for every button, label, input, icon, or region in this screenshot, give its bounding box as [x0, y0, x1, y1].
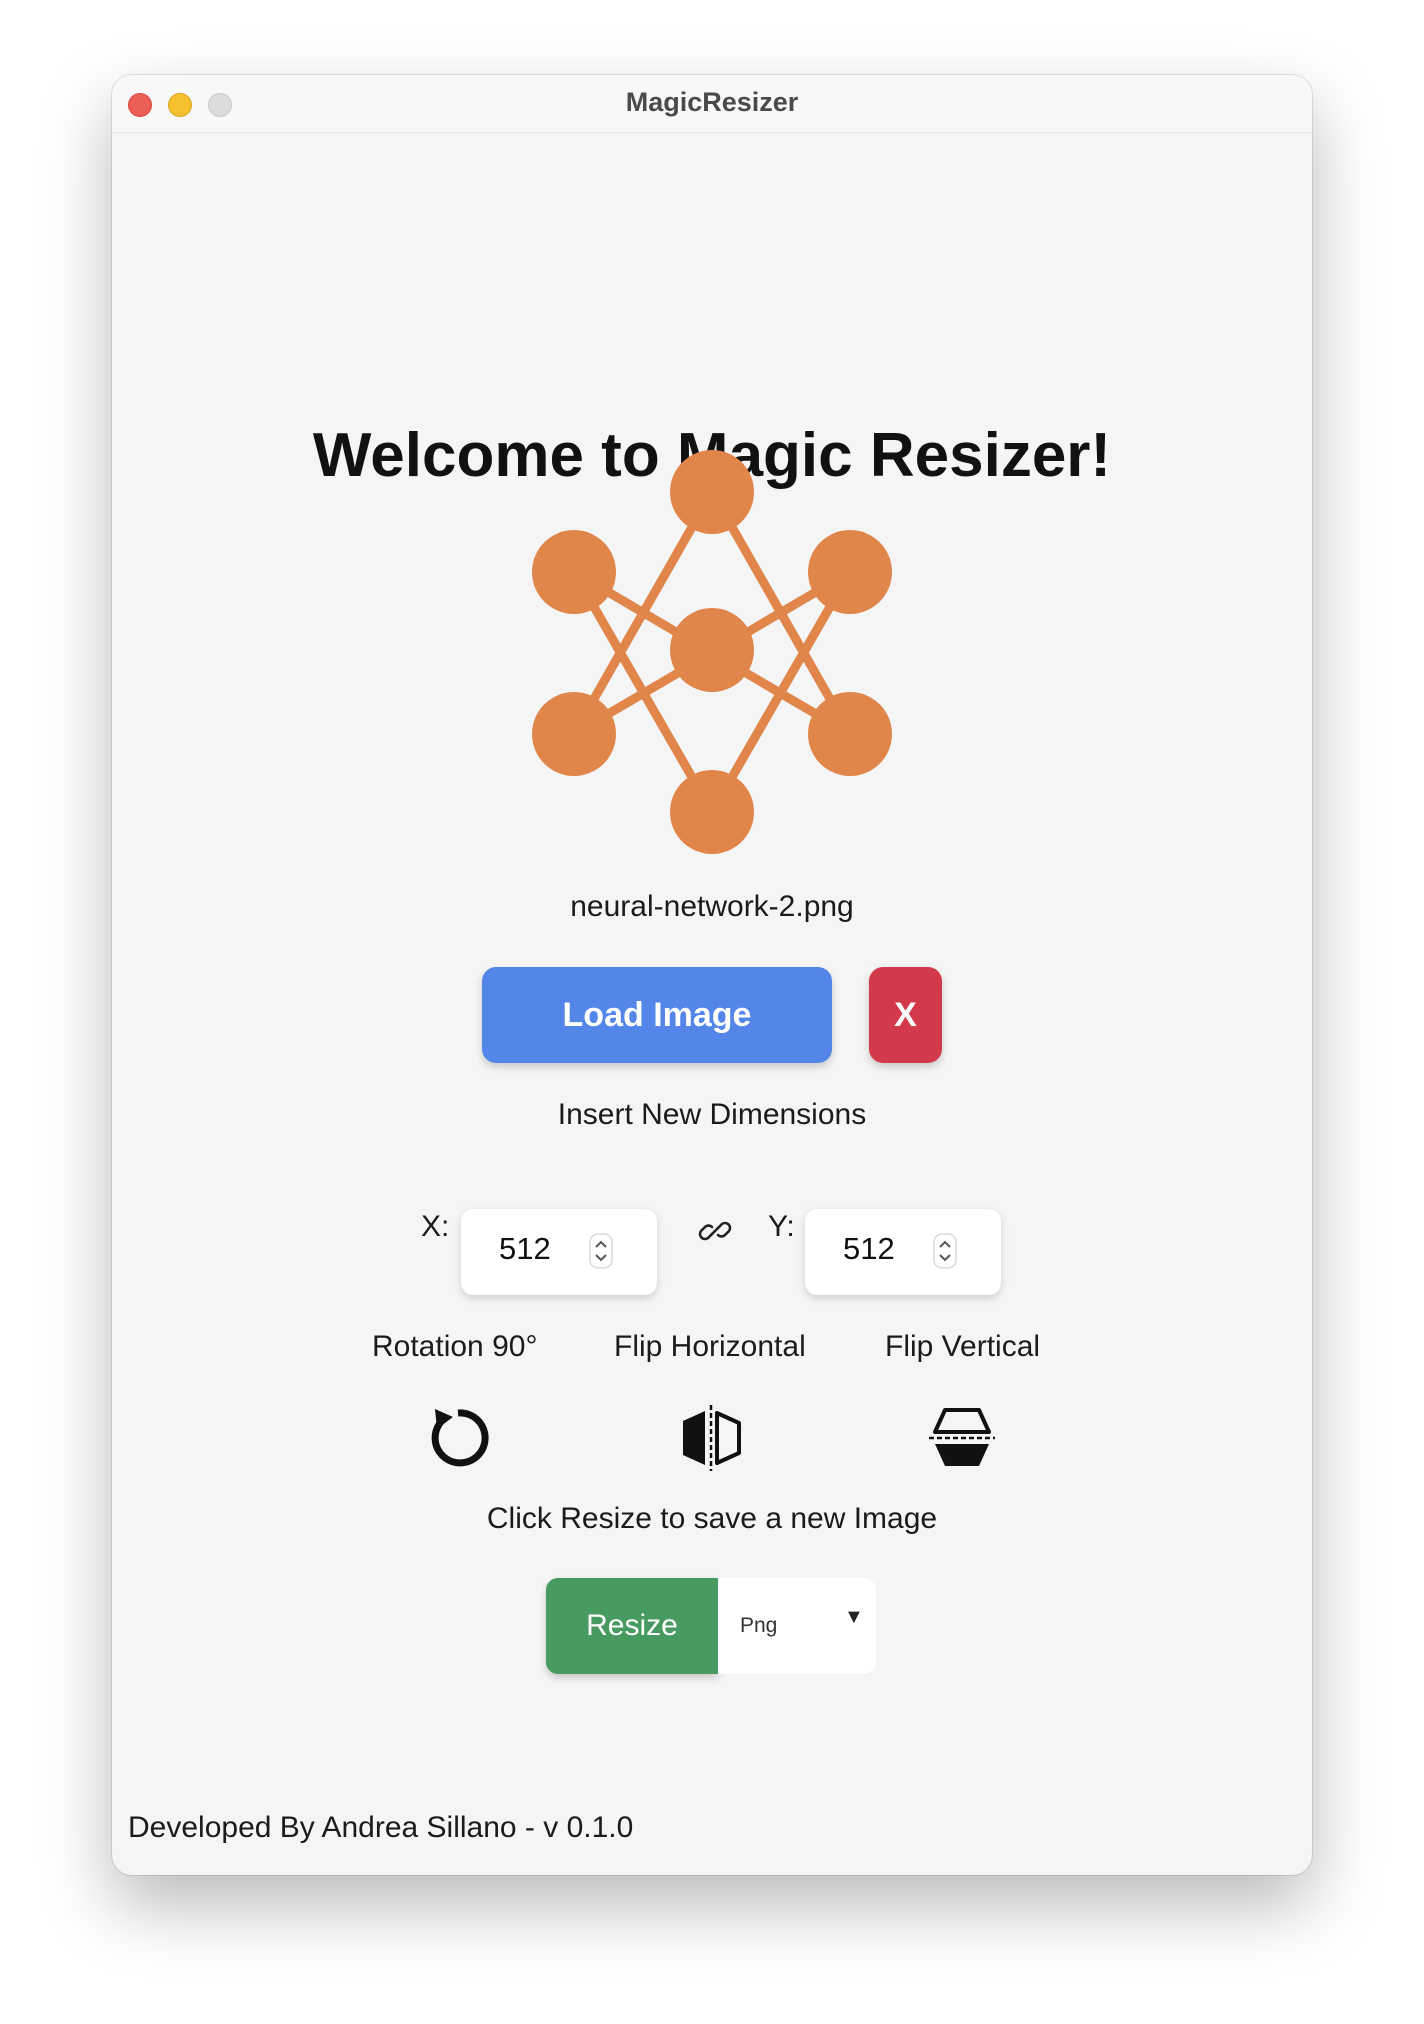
y-dimension-input[interactable]: 512: [805, 1209, 1001, 1295]
format-selected-value: Png: [740, 1614, 778, 1637]
x-dimension-value: 512: [499, 1231, 551, 1266]
insert-dimensions-label: Insert New Dimensions: [557, 1098, 867, 1131]
loaded-filename: neural-network-2.png: [570, 890, 854, 923]
dropdown-arrow-icon: ▼: [844, 1606, 864, 1628]
x-dimension-input[interactable]: 512: [461, 1209, 657, 1295]
flip-vertical-label: Flip Vertical: [885, 1330, 1041, 1363]
resize-button[interactable]: Resize: [546, 1578, 718, 1674]
y-stepper-icon[interactable]: [933, 1233, 957, 1269]
resize-hint-label: Click Resize to save a new Image: [486, 1502, 938, 1535]
clear-image-button[interactable]: X: [869, 967, 942, 1063]
flip-horizontal-label: Flip Horizontal: [614, 1330, 806, 1363]
rotate-icon[interactable]: [425, 1405, 491, 1471]
y-dimension-value: 512: [843, 1231, 895, 1266]
x-dimension-label: X:: [421, 1210, 450, 1243]
neural-network-logo-icon: [532, 450, 892, 854]
app-window: MagicResizer Welcome to Magic Resizer! n…: [112, 75, 1312, 1875]
load-image-button[interactable]: Load Image: [482, 967, 832, 1063]
link-icon[interactable]: [697, 1213, 733, 1249]
window-title: MagicResizer: [625, 87, 799, 117]
flip-vertical-icon[interactable]: [929, 1405, 995, 1471]
title-bar: MagicResizer: [112, 75, 1312, 133]
footer-credits: Developed By Andrea Sillano - v 0.1.0: [128, 1811, 634, 1844]
format-select[interactable]: Png ▼: [718, 1578, 876, 1674]
x-stepper-icon[interactable]: [589, 1233, 613, 1269]
y-dimension-label: Y:: [768, 1210, 795, 1243]
rotation-label: Rotation 90°: [372, 1330, 538, 1363]
flip-horizontal-icon[interactable]: [678, 1405, 744, 1471]
